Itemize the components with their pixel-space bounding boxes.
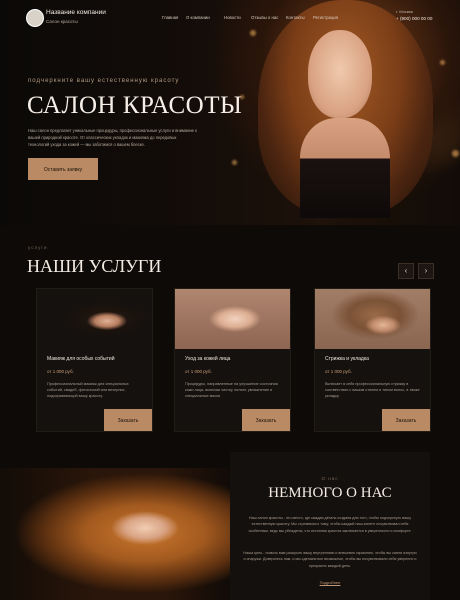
nav-item-register[interactable]: Регистрация [313, 15, 338, 20]
nav-item-reviews[interactable]: Отзывы о нас [251, 15, 278, 20]
card-price: от 1 000 руб. [185, 369, 212, 374]
about-title: НЕМНОГО О НАС [268, 485, 392, 501]
skincare-photo [175, 289, 290, 349]
hero-portrait-face [308, 30, 372, 118]
more-link[interactable]: Подробнее [230, 580, 430, 585]
prev-arrow-icon[interactable]: ‹ [398, 263, 414, 279]
card-title: Макияж для особых событий [47, 356, 115, 362]
card-title: Уход за кожей лица [185, 356, 231, 362]
order-button[interactable]: Заказать [382, 409, 430, 431]
nav-item-news[interactable]: Новости [224, 15, 241, 20]
hero-title: САЛОН КРАСОТЫ [27, 92, 243, 119]
logo-icon[interactable] [26, 9, 44, 27]
company-subtitle: Салон красоты [46, 19, 78, 24]
service-card-makeup: Макияж для особых событий от 1 000 руб. … [36, 288, 153, 432]
service-card-skincare: Уход за кожей лица от 1 000 руб. Процеду… [174, 288, 291, 432]
card-price: от 1 000 руб. [47, 369, 74, 374]
nav-item-contacts[interactable]: Контакты [286, 15, 305, 20]
about-portrait [0, 468, 235, 600]
bokeh-light [440, 60, 445, 65]
order-button[interactable]: Заказать [104, 409, 152, 431]
next-arrow-icon[interactable]: › [418, 263, 434, 279]
company-name[interactable]: Название компании [46, 9, 106, 16]
leave-request-button[interactable]: Оставить заявку [28, 158, 98, 180]
about-paragraph: Наша цель - помочь вам раскрыть вашу вну… [243, 551, 417, 568]
nav-item-about[interactable]: О компании [186, 15, 210, 20]
order-button[interactable]: Заказать [242, 409, 290, 431]
service-card-haircut: Стрижка и укладка от 1 000 руб. Включает… [314, 288, 431, 432]
city-label: г. Москва [396, 9, 413, 14]
phone-link[interactable]: + (900) 000 00 00 [396, 16, 432, 21]
hero-description: Наш салон предлагает уникальные процедур… [28, 128, 197, 147]
card-title: Стрижка и укладка [325, 356, 369, 362]
about-eyebrow: О нас [321, 476, 339, 481]
card-price: от 1 000 руб. [325, 369, 352, 374]
hero-tagline: подчеркните вашу естественную красоту [28, 78, 180, 84]
services-title: НАШИ УСЛУГИ [27, 256, 162, 276]
bokeh-light [232, 160, 237, 165]
bokeh-light [452, 150, 459, 157]
services-eyebrow: услуги [28, 245, 48, 250]
makeup-photo [37, 289, 152, 349]
about-panel: О нас НЕМНОГО О НАС Наш салон красоты - … [230, 452, 430, 600]
haircut-photo [315, 289, 430, 349]
nav-item-home[interactable]: Главная [162, 15, 178, 20]
hero-portrait-body [300, 118, 390, 218]
card-description: Процедуры, направленные на улучшение сос… [185, 382, 278, 399]
card-description: Профессиональный макияж для специальных … [47, 382, 129, 399]
about-paragraph: Наш салон красоты - это место, где кажда… [248, 516, 412, 533]
bokeh-light [250, 30, 256, 36]
card-description: Включает в себя профессиональную стрижку… [325, 382, 420, 399]
